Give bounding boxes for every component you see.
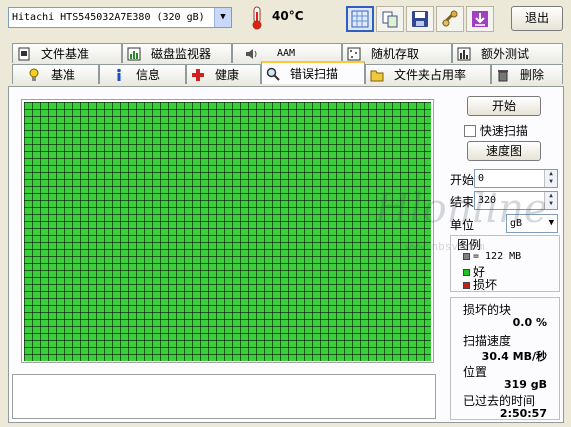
position-label: 位置 bbox=[463, 365, 488, 379]
tab-benchmark[interactable]: 基准 bbox=[12, 64, 99, 84]
end-position-value: 320 bbox=[478, 195, 497, 206]
tab-label: 磁盘监视器 bbox=[151, 47, 212, 61]
scan-block-map bbox=[21, 99, 434, 363]
tab-aam[interactable]: AAM bbox=[232, 43, 342, 63]
tab-info[interactable]: 信息 bbox=[99, 64, 186, 84]
drive-select-value: Hitachi HTS545032A7E380 (320 gB) bbox=[12, 12, 205, 23]
thermometer-icon bbox=[252, 6, 262, 30]
scan-stats-panel: 损坏的块 0.0 % 扫描速度 30.4 MB/秒 位置 319 gB 已过去的… bbox=[450, 297, 560, 420]
legend-panel: 图例 = 122 MB 好 损坏 bbox=[450, 235, 560, 292]
quick-scan-label: 快速扫描 bbox=[479, 124, 528, 138]
tab-label: 基准 bbox=[51, 68, 76, 82]
spin-arrows-icon[interactable]: ▲ ▼ bbox=[544, 192, 557, 209]
red-cross-icon bbox=[192, 68, 204, 81]
tools-button[interactable] bbox=[436, 6, 464, 32]
exit-button[interactable]: 退出 bbox=[511, 6, 563, 31]
tab-error-scan[interactable]: 错误扫描 bbox=[261, 61, 365, 84]
random-access-icon bbox=[347, 47, 361, 60]
legend-damaged-swatch bbox=[463, 282, 470, 289]
tab-disk-monitor[interactable]: 磁盘监视器 bbox=[122, 43, 232, 63]
trash-icon bbox=[498, 69, 508, 81]
damaged-blocks-value: 0.0 % bbox=[512, 316, 547, 329]
legend-good-swatch bbox=[463, 269, 470, 276]
quick-scan-checkbox[interactable] bbox=[464, 124, 476, 137]
disk-monitor-icon bbox=[127, 47, 141, 60]
scan-log-area[interactable] bbox=[12, 374, 436, 419]
tab-label: 随机存取 bbox=[371, 47, 420, 61]
end-position-input[interactable]: 320 ▲ ▼ bbox=[474, 191, 558, 210]
tools-icon bbox=[441, 10, 458, 27]
scan-speed-label: 扫描速度 bbox=[463, 334, 512, 348]
start-label: 开始 bbox=[450, 173, 475, 187]
scan-mode-icon bbox=[351, 10, 369, 28]
elapsed-time-value: 2:50:57 bbox=[499, 407, 547, 420]
copy-button[interactable] bbox=[376, 6, 404, 32]
tab-extra-tests[interactable]: 额外测试 bbox=[452, 43, 563, 63]
file-benchmark-icon bbox=[18, 47, 30, 60]
save-icon bbox=[412, 11, 428, 27]
start-position-input[interactable]: 0 ▲ ▼ bbox=[474, 169, 558, 188]
extra-tests-icon bbox=[457, 47, 471, 60]
tab-label: 额外测试 bbox=[481, 47, 530, 61]
tab-label: 删除 bbox=[520, 68, 545, 82]
copy-icon bbox=[382, 11, 398, 28]
folder-icon bbox=[370, 70, 384, 81]
quick-scan-option[interactable]: 快速扫描 bbox=[464, 122, 528, 139]
tab-label: 信息 bbox=[136, 68, 161, 82]
start-position-value: 0 bbox=[478, 173, 485, 184]
tab-folder-usage[interactable]: 文件夹占用率 bbox=[365, 64, 491, 84]
tab-file-benchmark[interactable]: 文件基准 bbox=[12, 43, 122, 63]
chevron-down-icon[interactable]: ▼ bbox=[214, 8, 231, 27]
save-button[interactable] bbox=[406, 6, 434, 32]
tab-random-access[interactable]: 随机存取 bbox=[342, 43, 452, 63]
temperature-readout: 40°C bbox=[272, 9, 304, 23]
tab-label: 文件基准 bbox=[41, 47, 90, 61]
chevron-down-icon[interactable]: ▼ bbox=[549, 215, 554, 232]
scan-mode-button[interactable] bbox=[346, 6, 374, 32]
spin-arrows-icon[interactable]: ▲ ▼ bbox=[544, 170, 557, 187]
start-scan-button[interactable]: 开始 bbox=[467, 96, 541, 116]
legend-block-size: = 122 MB bbox=[463, 251, 521, 262]
unit-select-value: gB bbox=[510, 218, 523, 229]
download-icon bbox=[472, 11, 488, 27]
download-button[interactable] bbox=[466, 6, 494, 32]
tab-health[interactable]: 健康 bbox=[186, 64, 261, 84]
tab-label: 错误扫描 bbox=[290, 67, 339, 81]
position-value: 319 gB bbox=[503, 378, 547, 391]
tab-label: 健康 bbox=[215, 68, 240, 82]
legend-block-text: = 122 MB bbox=[473, 251, 522, 262]
legend-block-swatch bbox=[463, 252, 470, 260]
info-icon bbox=[117, 68, 121, 81]
tab-label: AAM bbox=[277, 48, 296, 59]
tab-erase[interactable]: 删除 bbox=[491, 64, 563, 84]
legend-damaged: 损坏 bbox=[463, 276, 497, 293]
drive-select[interactable]: Hitachi HTS545032A7E380 (320 gB) ▼ bbox=[8, 7, 232, 28]
unit-select[interactable]: gB ▼ bbox=[506, 214, 558, 233]
speed-map-button[interactable]: 速度图 bbox=[467, 141, 541, 161]
damaged-blocks-label: 损坏的块 bbox=[463, 303, 512, 317]
tab-label: 文件夹占用率 bbox=[394, 68, 467, 82]
scan-block-grid bbox=[24, 102, 431, 361]
legend-damaged-text: 损坏 bbox=[473, 278, 498, 292]
scan-speed-value: 30.4 MB/秒 bbox=[481, 350, 547, 363]
end-label: 结束 bbox=[450, 195, 475, 209]
lightbulb-icon bbox=[29, 68, 39, 81]
unit-label: 单位 bbox=[450, 218, 475, 232]
speaker-icon bbox=[246, 48, 257, 59]
magnifier-icon bbox=[266, 67, 280, 81]
